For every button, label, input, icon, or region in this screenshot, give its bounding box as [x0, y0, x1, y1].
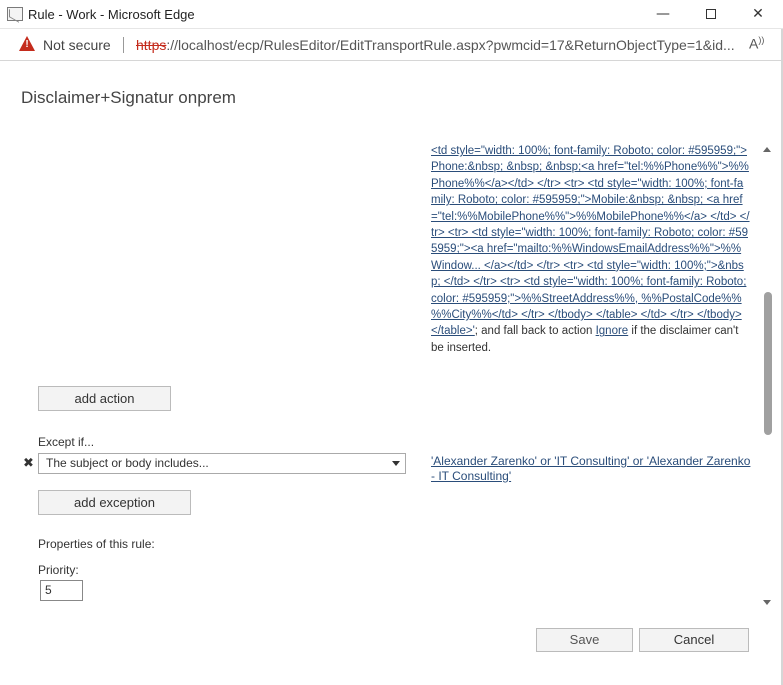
- exception-summary: 'Alexander Zarenko' or 'IT Consulting' o…: [431, 454, 751, 484]
- close-window-button[interactable]: ✕: [735, 0, 781, 29]
- exception-words-link[interactable]: 'Alexander Zarenko' or 'IT Consulting' o…: [431, 454, 750, 483]
- rule-title: Disclaimer+Signatur onprem: [21, 88, 236, 107]
- window-title-bar: Rule - Work - Microsoft Edge — ✕: [0, 0, 783, 29]
- minimize-button[interactable]: —: [640, 0, 686, 29]
- except-if-label: Except if...: [38, 435, 95, 449]
- fallback-action-link[interactable]: Ignore: [596, 325, 629, 337]
- window-title: Rule - Work - Microsoft Edge: [28, 7, 195, 22]
- chevron-down-icon: [392, 461, 400, 466]
- mail-rule-app-icon: [7, 7, 23, 21]
- maximize-icon: [706, 9, 716, 19]
- scrollbar-thumb[interactable]: [764, 292, 772, 435]
- add-exception-button[interactable]: add exception: [38, 490, 191, 515]
- save-button[interactable]: Save: [536, 628, 633, 652]
- properties-label: Properties of this rule:: [38, 537, 155, 551]
- scroll-down-icon[interactable]: [763, 600, 771, 605]
- warning-exclamation-icon: !: [25, 39, 29, 50]
- not-secure-label[interactable]: Not secure: [43, 37, 111, 53]
- remove-exception-icon[interactable]: ✖: [23, 455, 34, 471]
- priority-input[interactable]: 5: [40, 580, 83, 601]
- exception-condition-value: The subject or body includes...: [46, 456, 209, 470]
- url-path: ://localhost/ecp/RulesEditor/EditTranspo…: [166, 37, 735, 53]
- cancel-button[interactable]: Cancel: [639, 628, 749, 652]
- url-text[interactable]: https://localhost/ecp/RulesEditor/EditTr…: [136, 37, 746, 53]
- maximize-button[interactable]: [688, 0, 734, 29]
- url-scheme: https: [136, 37, 167, 53]
- address-separator: [123, 37, 124, 53]
- exception-condition-select[interactable]: The subject or body includes...: [38, 453, 406, 474]
- scroll-up-icon[interactable]: [763, 147, 771, 152]
- fallback-text: ; and fall back to action: [474, 325, 596, 338]
- priority-label: Priority:: [38, 563, 79, 577]
- add-action-button[interactable]: add action: [38, 386, 171, 411]
- disclaimer-text-link[interactable]: <td style="width: 100%; font-family: Rob…: [431, 145, 750, 337]
- action-summary: <td style="width: 100%; font-family: Rob…: [431, 143, 751, 356]
- read-aloud-icon[interactable]: A)): [749, 35, 764, 52]
